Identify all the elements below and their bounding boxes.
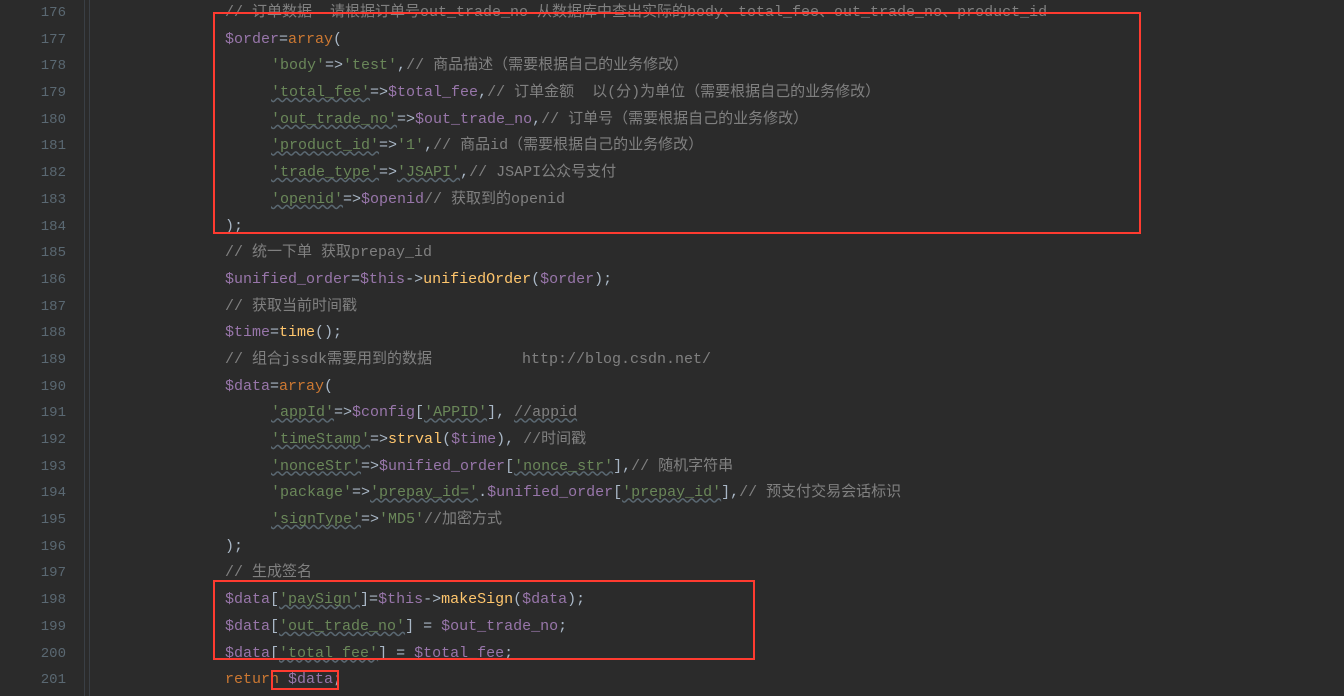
code-line: ); [113,534,1344,561]
code-line: // 订单数据 请根据订单号out_trade_no 从数据库中查出实际的bod… [113,0,1344,27]
line-number: 194 [0,480,66,507]
line-number: 196 [0,534,66,561]
code-line: 'appId'=>$config['APPID'], //appid [113,400,1344,427]
code-line: 'out_trade_no'=>$out_trade_no,// 订单号（需要根… [113,107,1344,134]
code-line: return $data; [113,667,1344,694]
line-number: 193 [0,454,66,481]
line-number: 183 [0,187,66,214]
line-number: 187 [0,294,66,321]
code-line: $order=array( [113,27,1344,54]
code-line: $time=time(); [113,320,1344,347]
line-number: 182 [0,160,66,187]
code-line: $data=array( [113,374,1344,401]
code-line: // 获取当前时间戳 [113,294,1344,321]
code-line: $unified_order=$this->unifiedOrder($orde… [113,267,1344,294]
line-number: 189 [0,347,66,374]
code-line: // 组合jssdk需要用到的数据 http://blog.csdn.net/ [113,347,1344,374]
line-number: 177 [0,27,66,54]
line-number: 178 [0,53,66,80]
line-number: 190 [0,374,66,401]
code-line: 'timeStamp'=>strval($time), //时间戳 [113,427,1344,454]
code-line: 'openid'=>$openid// 获取到的openid [113,187,1344,214]
code-line: // 统一下单 获取prepay_id [113,240,1344,267]
line-number: 188 [0,320,66,347]
line-number: 191 [0,400,66,427]
code-editor[interactable]: 176 177 178 179 180 181 182 183 184 185 … [0,0,1344,696]
line-number: 181 [0,133,66,160]
code-line: // 生成签名 [113,560,1344,587]
line-number: 176 [0,0,66,27]
code-line: 'signType'=>'MD5'//加密方式 [113,507,1344,534]
line-number: 179 [0,80,66,107]
code-line: 'total_fee'=>$total_fee,// 订单金额 以(分)为单位（… [113,80,1344,107]
code-line: $data['total_fee'] = $total_fee; [113,641,1344,668]
line-number: 186 [0,267,66,294]
line-number: 185 [0,240,66,267]
line-number: 180 [0,107,66,134]
fold-column [85,0,99,696]
line-number: 200 [0,641,66,668]
line-number: 199 [0,614,66,641]
line-number: 201 [0,667,66,694]
code-line: 'nonceStr'=>$unified_order['nonce_str'],… [113,454,1344,481]
code-line: 'trade_type'=>'JSAPI',// JSAPI公众号支付 [113,160,1344,187]
line-number: 197 [0,560,66,587]
line-number: 198 [0,587,66,614]
code-line: ); [113,214,1344,241]
code-line: 'product_id'=>'1',// 商品id（需要根据自己的业务修改） [113,133,1344,160]
line-number: 195 [0,507,66,534]
code-area[interactable]: // 订单数据 请根据订单号out_trade_no 从数据库中查出实际的bod… [99,0,1344,696]
code-line: 'body'=>'test',// 商品描述（需要根据自己的业务修改） [113,53,1344,80]
gutter: 176 177 178 179 180 181 182 183 184 185 … [0,0,85,696]
line-number: 184 [0,214,66,241]
code-line: $data['paySign']=$this->makeSign($data); [113,587,1344,614]
code-line: $data['out_trade_no'] = $out_trade_no; [113,614,1344,641]
line-number: 192 [0,427,66,454]
code-line: 'package'=>'prepay_id='.$unified_order['… [113,480,1344,507]
